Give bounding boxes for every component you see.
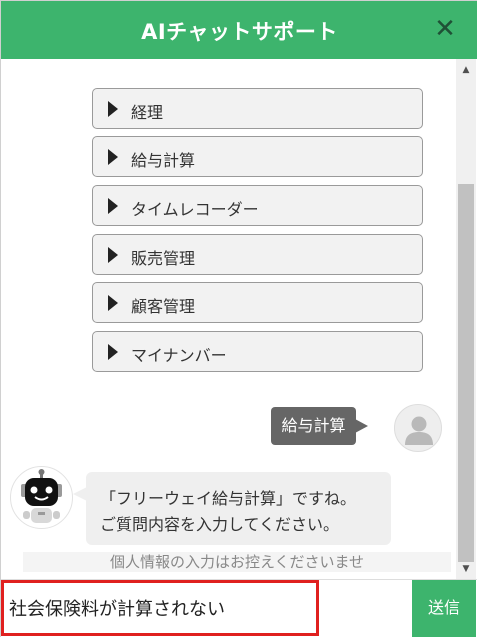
input-bar: 送信 bbox=[1, 579, 477, 637]
menu-item-my-number[interactable]: マイナンバー bbox=[92, 331, 423, 372]
triangle-right-icon bbox=[108, 295, 118, 311]
menu-item-payroll[interactable]: 給与計算 bbox=[92, 136, 423, 177]
user-avatar-icon bbox=[394, 404, 442, 452]
triangle-right-icon bbox=[108, 149, 118, 165]
scroll-up-icon[interactable]: ▲ bbox=[456, 63, 476, 77]
triangle-right-icon bbox=[108, 247, 118, 263]
user-bubble-tail bbox=[355, 419, 368, 433]
menu-item-label: 顧客管理 bbox=[131, 297, 196, 316]
bot-message-line: 「フリーウェイ給与計算」ですね。 bbox=[100, 489, 357, 508]
menu-item-accounting[interactable]: 経理 bbox=[92, 88, 423, 129]
menu-item-customer-management[interactable]: 顧客管理 bbox=[92, 282, 423, 323]
triangle-right-icon bbox=[108, 101, 118, 117]
menu-item-label: タイムレコーダー bbox=[131, 200, 259, 219]
chat-title: AIチャットサポート bbox=[141, 20, 338, 44]
menu-item-label: 販売管理 bbox=[131, 249, 196, 268]
bot-avatar-icon bbox=[10, 466, 73, 529]
menu-item-time-recorder[interactable]: タイムレコーダー bbox=[92, 185, 423, 226]
scrollbar-thumb[interactable] bbox=[458, 184, 474, 562]
scrollbar[interactable]: ▲ ▼ bbox=[456, 59, 476, 579]
chat-widget: AIチャットサポート ✕ ▲ ▼ 経理 給与計算 タイムレコーダー 販売管理 顧… bbox=[0, 0, 477, 637]
bot-bubble-tail bbox=[73, 487, 87, 501]
bot-message-line: ご質問内容を入力してください。 bbox=[100, 515, 340, 534]
message-input[interactable] bbox=[1, 580, 319, 636]
triangle-right-icon bbox=[108, 344, 118, 360]
bot-message-bubble: 「フリーウェイ給与計算」ですね。 ご質問内容を入力してください。 bbox=[86, 472, 391, 545]
menu-item-label: 経理 bbox=[131, 103, 164, 122]
privacy-notice: 個人情報の入力はお控えくださいませ bbox=[23, 552, 451, 572]
menu-item-label: 給与計算 bbox=[131, 151, 196, 170]
menu-item-sales-management[interactable]: 販売管理 bbox=[92, 234, 423, 275]
user-message-bubble: 給与計算 bbox=[271, 407, 356, 445]
send-button[interactable]: 送信 bbox=[412, 580, 476, 637]
close-icon: ✕ bbox=[434, 14, 456, 44]
menu-item-label: マイナンバー bbox=[131, 346, 227, 365]
chat-header: AIチャットサポート ✕ bbox=[1, 1, 477, 59]
close-button[interactable]: ✕ bbox=[430, 14, 460, 44]
scroll-down-icon[interactable]: ▼ bbox=[456, 562, 476, 576]
triangle-right-icon bbox=[108, 198, 118, 214]
